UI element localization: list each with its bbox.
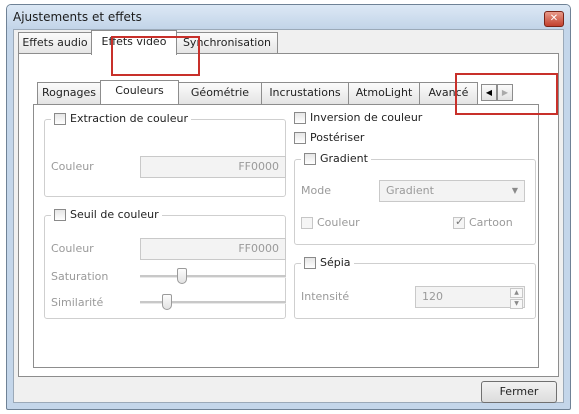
arrow-left-icon: ◀	[485, 88, 493, 97]
close-icon: ✕	[549, 13, 559, 24]
gradient-mode-label: Mode	[301, 184, 331, 197]
cartoon-label: Cartoon	[469, 216, 513, 229]
couleurs-page: Extraction de couleur Couleur FF0000 Seu…	[33, 104, 539, 368]
tab-scroll-left-button[interactable]: ◀	[481, 84, 497, 101]
invert-checkbox[interactable]	[294, 111, 306, 124]
gradient-color-checkbox[interactable]	[301, 216, 313, 229]
saturation-label: Saturation	[51, 270, 109, 283]
gradient-mode-select[interactable]: Gradient ▼	[379, 180, 525, 202]
sepia-intensity-spinbox[interactable]: 120 ▲ ▼	[415, 286, 525, 309]
invert-label: Inversion de couleur	[310, 111, 423, 124]
title-bar[interactable]: Ajustements et effets ✕	[7, 5, 570, 29]
color-threshold-color-field[interactable]: FF0000	[140, 238, 286, 260]
tab-geometrie[interactable]: Géométrie	[178, 82, 262, 104]
tab-rognages[interactable]: Rognages	[37, 82, 101, 104]
spin-down-button[interactable]: ▼	[510, 299, 523, 309]
posterize-row[interactable]: Postériser	[294, 131, 365, 144]
sepia-label: Sépia	[320, 256, 351, 269]
sepia-checkbox[interactable]	[304, 256, 316, 269]
tab-incrustations[interactable]: Incrustations	[261, 82, 349, 104]
arrow-down-icon: ▼	[514, 300, 519, 307]
color-extraction-label: Extraction de couleur	[70, 112, 188, 125]
tab-scroll-right-button[interactable]: ▶	[497, 84, 513, 101]
similarity-label: Similarité	[51, 296, 104, 309]
saturation-slider[interactable]	[140, 268, 286, 284]
gradient-mode-value: Gradient	[386, 184, 434, 197]
tab-atmolight[interactable]: AtmoLight	[348, 82, 420, 104]
dropdown-arrow-icon: ▼	[511, 186, 518, 195]
tab-effets-video[interactable]: Effets vidéo	[91, 30, 177, 55]
gradient-checkbox[interactable]	[304, 152, 316, 165]
gradient-color-label: Couleur	[317, 216, 360, 229]
window-title: Ajustements et effets	[13, 10, 142, 24]
tab-effets-audio[interactable]: Effets audio	[18, 32, 92, 54]
gradient-group: Gradient Mode Gradient ▼ Couleur ✓ Carto…	[294, 152, 536, 245]
saturation-slider-thumb[interactable]	[176, 268, 187, 284]
sepia-group: Sépia Intensité 120 ▲ ▼	[294, 256, 536, 319]
similarity-slider-thumb[interactable]	[161, 294, 172, 310]
close-button[interactable]: Fermer	[481, 381, 557, 403]
color-extraction-color-label: Couleur	[51, 160, 94, 173]
tab-couleurs[interactable]: Couleurs	[100, 80, 179, 104]
arrow-right-icon: ▶	[501, 88, 509, 97]
color-extraction-group: Extraction de couleur Couleur FF0000	[44, 112, 286, 197]
cartoon-checkbox[interactable]: ✓	[453, 214, 465, 229]
sepia-intensity-label: Intensité	[301, 290, 350, 303]
tab-avance[interactable]: Avancé	[419, 82, 478, 104]
gradient-label: Gradient	[320, 152, 368, 165]
posterize-checkbox[interactable]	[294, 131, 306, 144]
arrow-up-icon: ▲	[514, 289, 519, 296]
invert-row[interactable]: Inversion de couleur	[294, 111, 423, 124]
color-threshold-group: Seuil de couleur Couleur FF0000 Saturati…	[44, 208, 286, 319]
video-effects-panel: Rognages Couleurs Géométrie Incrustation…	[18, 53, 559, 377]
check-icon: ✓	[455, 214, 465, 228]
color-threshold-label: Seuil de couleur	[70, 208, 159, 221]
color-extraction-checkbox[interactable]	[54, 112, 66, 125]
color-threshold-checkbox[interactable]	[54, 208, 66, 221]
tab-synchronisation[interactable]: Synchronisation	[176, 32, 278, 54]
color-threshold-color-label: Couleur	[51, 242, 94, 255]
posterize-label: Postériser	[310, 131, 365, 144]
close-window-button[interactable]: ✕	[544, 11, 564, 27]
similarity-slider[interactable]	[140, 294, 286, 310]
color-extraction-color-field[interactable]: FF0000	[140, 156, 286, 178]
spin-up-button[interactable]: ▲	[510, 288, 523, 298]
dialog-window: Ajustements et effets ✕ Effets audio Eff…	[6, 4, 571, 410]
dialog-client: Effets audio Effets vidéo Synchronisatio…	[13, 29, 564, 403]
sepia-intensity-value: 120	[422, 290, 443, 303]
